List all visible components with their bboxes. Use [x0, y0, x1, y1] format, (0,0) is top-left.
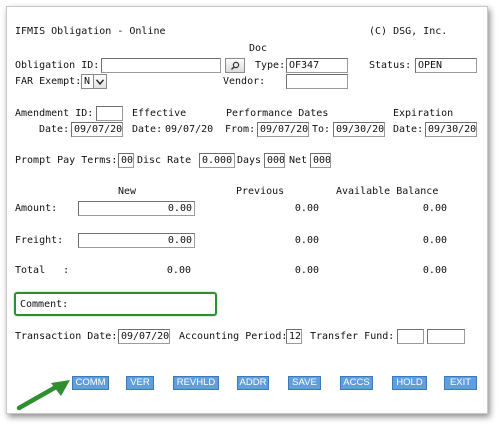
freight-new-input[interactable]: 0.00	[78, 233, 195, 248]
far-exempt-label: FAR Exempt:	[15, 76, 82, 87]
expiration-date-label: Date:	[393, 124, 424, 135]
form-window: IFMIS Obligation - Online (C) DSG, Inc. …	[6, 6, 488, 414]
transaction-date-label: Transaction Date:	[15, 331, 118, 342]
to-label: To:	[312, 124, 331, 135]
disc-rate-input[interactable]: 0.000	[199, 153, 235, 168]
effective-date-value: 09/07/20	[165, 124, 214, 135]
new-column-header: New	[118, 186, 137, 197]
addr-button[interactable]: ADDR	[237, 376, 269, 390]
transfer-fund-label: Transfer Fund:	[310, 331, 395, 342]
disc-rate-label: Disc Rate	[137, 155, 192, 166]
total-new-value: 0.00	[166, 265, 191, 276]
search-icon	[231, 61, 240, 70]
status-input[interactable]: OPEN	[415, 58, 477, 73]
obligation-id-input[interactable]	[101, 58, 221, 73]
total-label: Total :	[15, 265, 70, 276]
transfer-fund-input-1[interactable]	[397, 329, 424, 344]
vendor-input[interactable]	[286, 74, 348, 89]
far-exempt-value: N	[84, 76, 91, 87]
from-label: From:	[225, 124, 256, 135]
performance-dates-label: Performance Dates	[226, 108, 329, 119]
comment-label: Comment:	[20, 299, 69, 310]
amendment-date-input[interactable]: 09/07/20	[71, 122, 123, 137]
freight-label: Freight:	[15, 235, 64, 246]
comm-button[interactable]: COMM	[72, 376, 109, 390]
freight-previous-value: 0.00	[294, 235, 319, 246]
prompt-pay-terms-input[interactable]: 00	[118, 153, 134, 168]
save-button[interactable]: SAVE	[288, 376, 321, 390]
date-label: Date:	[39, 124, 70, 135]
total-available-value: 0.00	[422, 265, 447, 276]
expiration-date-input[interactable]: 09/30/20	[425, 122, 477, 137]
available-balance-column-header: Available Balance	[336, 186, 439, 197]
vendor-label: Vendor:	[223, 76, 266, 87]
exit-button[interactable]: EXIT	[444, 376, 477, 390]
chevron-down-icon	[93, 75, 106, 88]
amount-new-input[interactable]: 0.00	[78, 201, 195, 216]
far-exempt-select[interactable]: N	[81, 74, 107, 89]
obligation-search-button[interactable]	[225, 58, 245, 73]
ver-button[interactable]: VER	[126, 376, 154, 390]
transfer-fund-input-2[interactable]	[427, 329, 465, 344]
accounting-period-label: Accounting Period:	[179, 331, 288, 342]
performance-to-input[interactable]: 09/30/20	[333, 122, 385, 137]
prompt-pay-terms-label: Prompt Pay Terms:	[15, 155, 118, 166]
doc-type-input[interactable]: OF347	[286, 58, 348, 73]
transaction-date-input[interactable]: 09/07/20	[118, 329, 170, 344]
days-label: Days	[237, 155, 262, 166]
obligation-id-label: Obligation ID:	[15, 60, 100, 71]
revhld-button[interactable]: REVHLD	[173, 376, 219, 390]
type-label: Type:	[255, 60, 286, 71]
amount-previous-value: 0.00	[294, 203, 319, 214]
amount-available-value: 0.00	[422, 203, 447, 214]
expiration-label: Expiration	[393, 108, 454, 119]
doc-label: Doc	[249, 43, 268, 54]
total-previous-value: 0.00	[294, 265, 319, 276]
arrow-icon	[16, 380, 70, 411]
net-input[interactable]: 000	[310, 153, 331, 168]
comment-field[interactable]: Comment:	[14, 292, 217, 316]
accs-button[interactable]: ACCS	[340, 376, 373, 390]
net-label: Net	[289, 155, 308, 166]
amount-label: Amount:	[15, 203, 58, 214]
copyright-text: (C) DSG, Inc.	[369, 26, 448, 37]
days-input[interactable]: 000	[264, 153, 285, 168]
previous-column-header: Previous	[236, 186, 285, 197]
accounting-period-input[interactable]: 12	[286, 329, 302, 344]
effective-date-label: Date:	[132, 124, 163, 135]
window-title: IFMIS Obligation - Online	[15, 26, 166, 37]
amendment-id-input[interactable]	[96, 106, 123, 121]
performance-from-input[interactable]: 09/07/20	[257, 122, 309, 137]
status-label: Status:	[369, 60, 412, 71]
freight-available-value: 0.00	[422, 235, 447, 246]
hold-button[interactable]: HOLD	[392, 376, 427, 390]
amendment-id-label: Amendment ID:	[15, 108, 94, 119]
effective-label: Effective	[132, 108, 187, 119]
